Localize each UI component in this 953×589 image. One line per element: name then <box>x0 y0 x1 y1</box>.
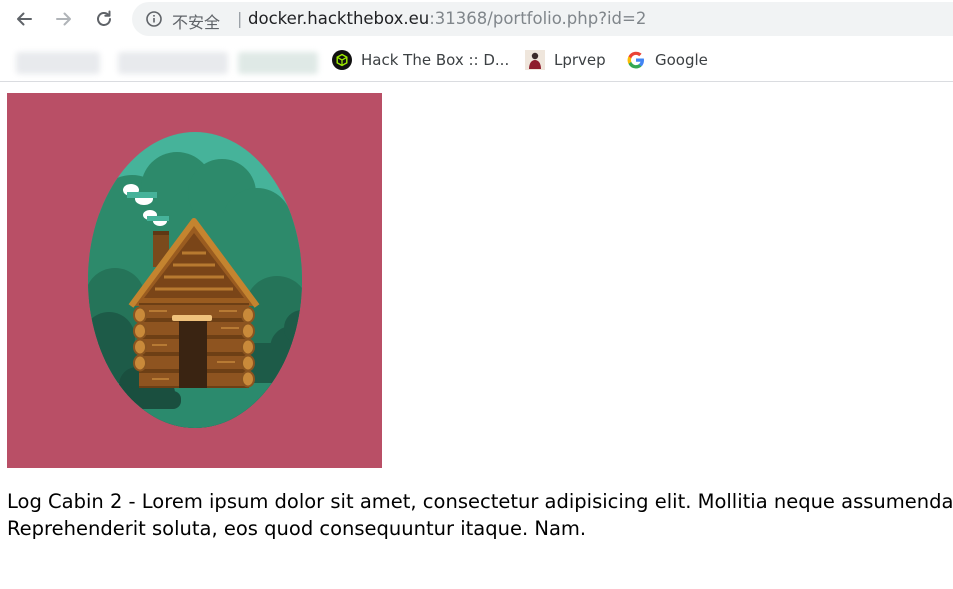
arrow-right-icon <box>56 12 71 26</box>
forward-button[interactable] <box>50 5 78 33</box>
url-path: :31368/portfolio.php?id=2 <box>429 9 647 28</box>
back-button[interactable] <box>10 5 38 33</box>
bookmark-google[interactable]: Google <box>626 50 708 70</box>
log-cabin-image <box>7 93 382 468</box>
info-icon[interactable] <box>146 11 162 27</box>
bookmark-lprvep[interactable]: Lprvep <box>525 50 606 70</box>
url-text[interactable]: docker.hackthebox.eu:31368/portfolio.php… <box>248 9 646 28</box>
security-label[interactable]: 不安全 <box>172 9 220 33</box>
description-line-2: Reprehenderit soluta, eos quod consequun… <box>7 517 587 540</box>
blurred-bookmark[interactable] <box>118 52 228 74</box>
reload-button[interactable] <box>90 5 118 33</box>
address-bar[interactable]: 不安全 | docker.hackthebox.eu:31368/portfol… <box>132 2 953 36</box>
door <box>179 321 207 388</box>
arrow-left-icon <box>17 12 32 26</box>
blurred-bookmark[interactable] <box>238 52 318 74</box>
bookmarks-bar: Hack The Box :: D... Lprvep Google <box>0 38 953 82</box>
hackthebox-icon <box>332 50 352 70</box>
door-lintel <box>172 315 212 321</box>
google-icon <box>626 50 646 70</box>
bookmark-label: Hack The Box :: D... <box>361 51 510 69</box>
bookmark-label: Lprvep <box>554 51 606 69</box>
reload-icon <box>97 10 111 26</box>
avatar-icon <box>525 50 545 70</box>
bookmark-label: Google <box>655 51 708 69</box>
description-line-1: Log Cabin 2 - Lorem ipsum dolor sit amet… <box>7 490 953 513</box>
portfolio-description: Log Cabin 2 - Lorem ipsum dolor sit amet… <box>7 488 953 542</box>
bookmark-hackthebox[interactable]: Hack The Box :: D... <box>332 50 509 70</box>
url-host: docker.hackthebox.eu <box>248 9 430 28</box>
blurred-bookmark[interactable] <box>16 52 100 74</box>
page-content: Log Cabin 2 - Lorem ipsum dolor sit amet… <box>0 82 953 589</box>
browser-toolbar: 不安全 | docker.hackthebox.eu:31368/portfol… <box>0 0 953 38</box>
address-separator: | <box>237 9 243 28</box>
